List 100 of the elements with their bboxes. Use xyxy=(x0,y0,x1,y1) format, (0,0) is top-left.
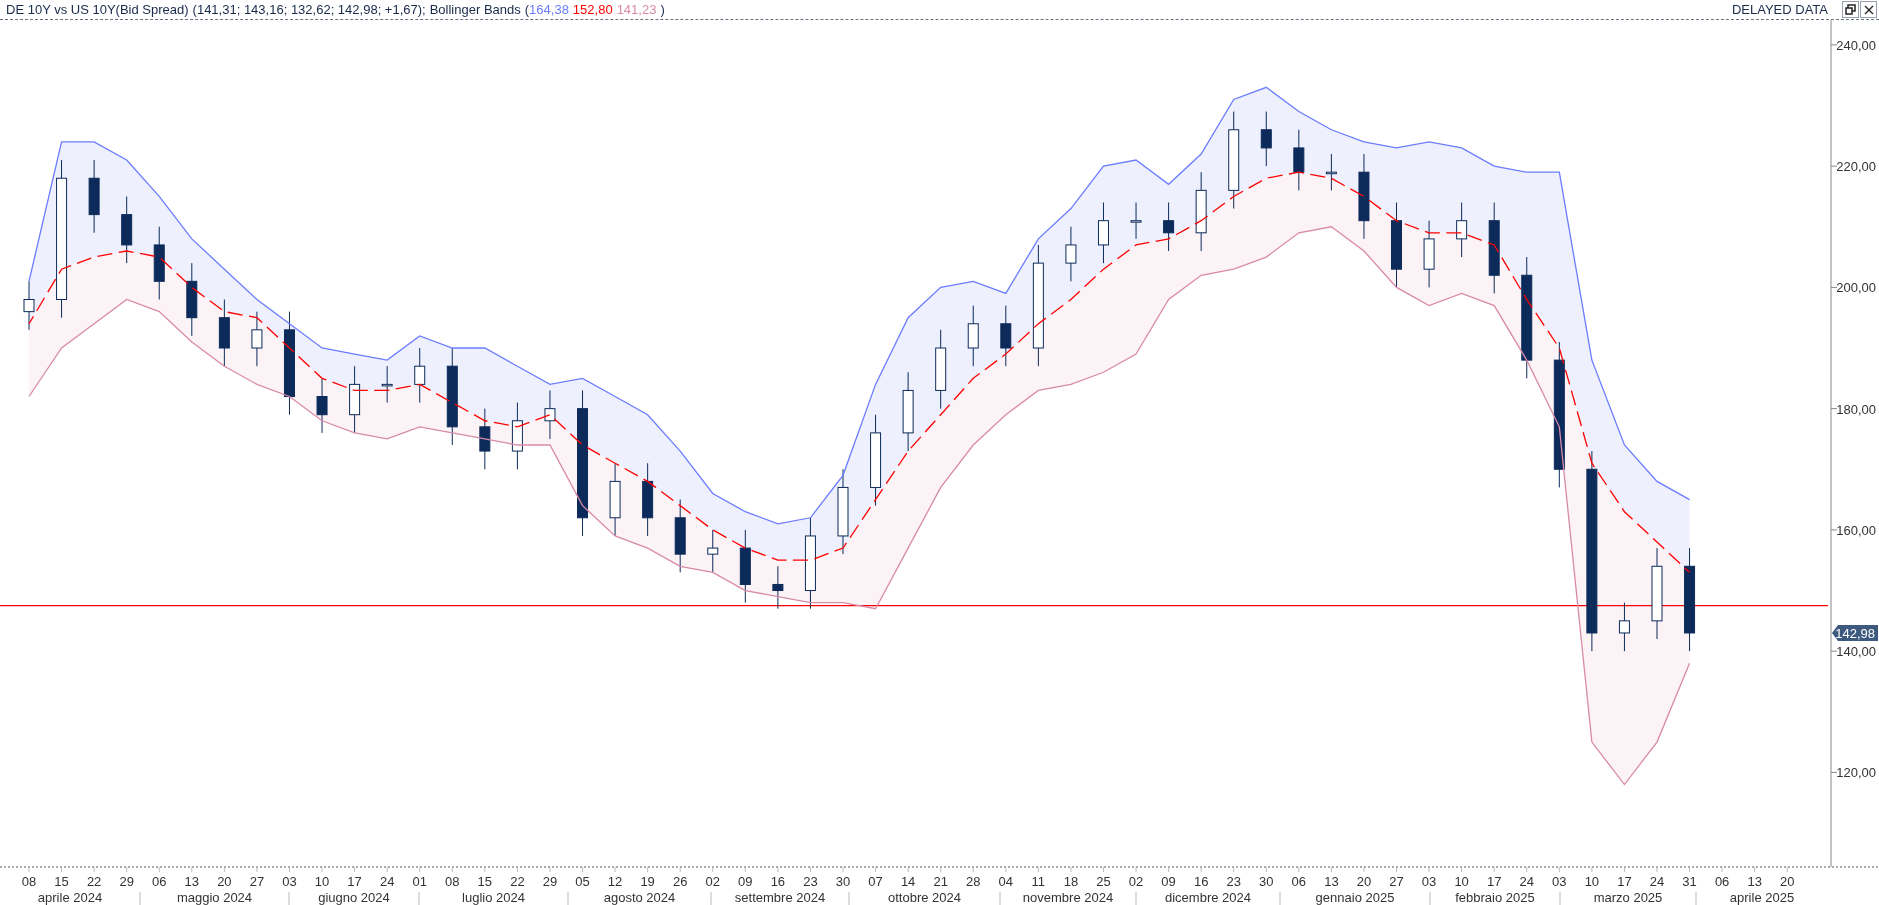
x-axis-label: 14 xyxy=(900,874,916,889)
month-label: settembre 2024 xyxy=(734,890,826,905)
month-label: giugno 2024 xyxy=(318,890,390,905)
x-axis-label: 03 xyxy=(282,874,297,889)
x-axis-label: 17 xyxy=(347,874,362,889)
restore-icon xyxy=(1845,4,1856,15)
x-axis-label: 10 xyxy=(1454,874,1469,889)
x-axis-label: 02 xyxy=(1128,874,1144,889)
candle xyxy=(1260,111,1272,167)
indicator-value: 152,80 xyxy=(572,0,614,19)
x-axis-label: 07 xyxy=(868,874,883,889)
y-axis-label: 160,00 xyxy=(1836,522,1876,538)
x-axis-label: 18 xyxy=(1063,874,1079,889)
candle xyxy=(1423,220,1435,288)
candle xyxy=(1065,226,1077,282)
month-label: marzo 2025 xyxy=(1593,890,1663,905)
x-axis-label: 25 xyxy=(1096,874,1111,889)
x-axis-label: 30 xyxy=(835,874,851,889)
y-axis-label: 120,00 xyxy=(1836,765,1876,781)
restore-button[interactable] xyxy=(1842,1,1859,18)
indicator-value: 141,23 xyxy=(616,0,658,19)
x-axis-label: 30 xyxy=(1259,874,1274,889)
candle xyxy=(511,402,523,470)
candle xyxy=(479,408,491,470)
month-label: febbraio 2025 xyxy=(1455,890,1535,905)
month-label: novembre 2024 xyxy=(1022,890,1114,905)
x-axis-label: 24 xyxy=(1649,874,1665,889)
candle xyxy=(381,365,393,404)
x-axis-label: 06 xyxy=(1291,874,1307,889)
close-button[interactable] xyxy=(1860,1,1877,18)
candle xyxy=(218,299,230,367)
x-axis-label: 13 xyxy=(184,874,200,889)
month-label: dicembre 2024 xyxy=(1165,890,1251,905)
x-axis-label: 20 xyxy=(1356,874,1372,889)
x-axis-label: 10 xyxy=(314,874,330,889)
x-axis-label: 03 xyxy=(1552,874,1567,889)
candle xyxy=(967,305,979,367)
x-axis-label: 29 xyxy=(119,874,134,889)
candle xyxy=(23,280,35,331)
y-axis-label: 180,00 xyxy=(1836,401,1876,417)
candle xyxy=(414,347,426,404)
candle xyxy=(316,377,328,434)
x-axis-label: 27 xyxy=(1389,874,1404,889)
x-axis-label: 27 xyxy=(249,874,265,889)
x-axis-label: 16 xyxy=(770,874,786,889)
x-axis-label: 19 xyxy=(640,874,655,889)
month-label: gennaio 2025 xyxy=(1315,890,1395,905)
x-axis-label: 10 xyxy=(1584,874,1600,889)
month-label: agosto 2024 xyxy=(603,890,676,905)
y-axis-label: 140,00 xyxy=(1836,644,1876,660)
x-axis-label: 11 xyxy=(1031,874,1046,889)
last-price-badge: 142,98 xyxy=(1832,624,1878,641)
candle xyxy=(1456,202,1468,258)
candle xyxy=(707,529,719,573)
month-label: aprile 2025 xyxy=(1729,890,1795,905)
candle xyxy=(1130,202,1142,240)
x-axis-label: 05 xyxy=(575,874,590,889)
x-axis-label: 15 xyxy=(477,874,493,889)
x-axis-label: 13 xyxy=(1747,874,1762,889)
x-axis-label: 08 xyxy=(445,874,460,889)
x-axis-label: 22 xyxy=(86,874,102,889)
y-axis-label: 240,00 xyxy=(1836,37,1876,53)
candle xyxy=(1000,305,1012,367)
x-axis-label: 22 xyxy=(510,874,525,889)
month-label: luglio 2024 xyxy=(462,890,525,905)
x-axis-label: 31 xyxy=(1682,874,1697,889)
x-axis-label: 09 xyxy=(1161,874,1176,889)
x-axis-label: 24 xyxy=(379,874,395,889)
month-label: maggio 2024 xyxy=(176,890,253,905)
x-axis-label: 29 xyxy=(542,874,558,889)
indicator-paren: ) xyxy=(660,0,665,19)
candle xyxy=(1293,129,1305,191)
candle xyxy=(544,389,556,440)
candle xyxy=(251,311,263,367)
x-axis-label: 21 xyxy=(933,874,948,889)
x-axis-label: 26 xyxy=(672,874,688,889)
x-axis-label: 28 xyxy=(966,874,981,889)
x-axis-label: 20 xyxy=(217,874,232,889)
x-axis-label: 03 xyxy=(1421,874,1437,889)
x-axis-label: 23 xyxy=(803,874,818,889)
month-label: aprile 2024 xyxy=(37,890,103,905)
x-axis-label: 09 xyxy=(738,874,753,889)
candle xyxy=(772,565,784,610)
ohlc-values: (141,31; 143,16; 132,62; 142,98; +1,67); xyxy=(191,0,426,19)
candle xyxy=(349,365,361,434)
x-axis-label: 24 xyxy=(1519,874,1534,889)
x-axis-label: 06 xyxy=(152,874,167,889)
candle xyxy=(121,195,133,264)
candle xyxy=(1325,153,1337,191)
x-axis-label: 04 xyxy=(998,874,1014,889)
x-axis-label: 12 xyxy=(607,874,623,889)
candle xyxy=(1098,202,1109,264)
x-axis-label: 02 xyxy=(705,874,720,889)
x-axis-label: 13 xyxy=(1324,874,1339,889)
y-axis-label: 200,00 xyxy=(1836,280,1876,296)
candle xyxy=(1618,602,1630,652)
x-axis-label: 16 xyxy=(1193,874,1209,889)
chart-title: DE 10Y vs US 10Y(Bid Spread) xyxy=(5,0,189,19)
x-axis-label: 01 xyxy=(412,874,427,889)
x-axis-label: 06 xyxy=(1714,874,1730,889)
